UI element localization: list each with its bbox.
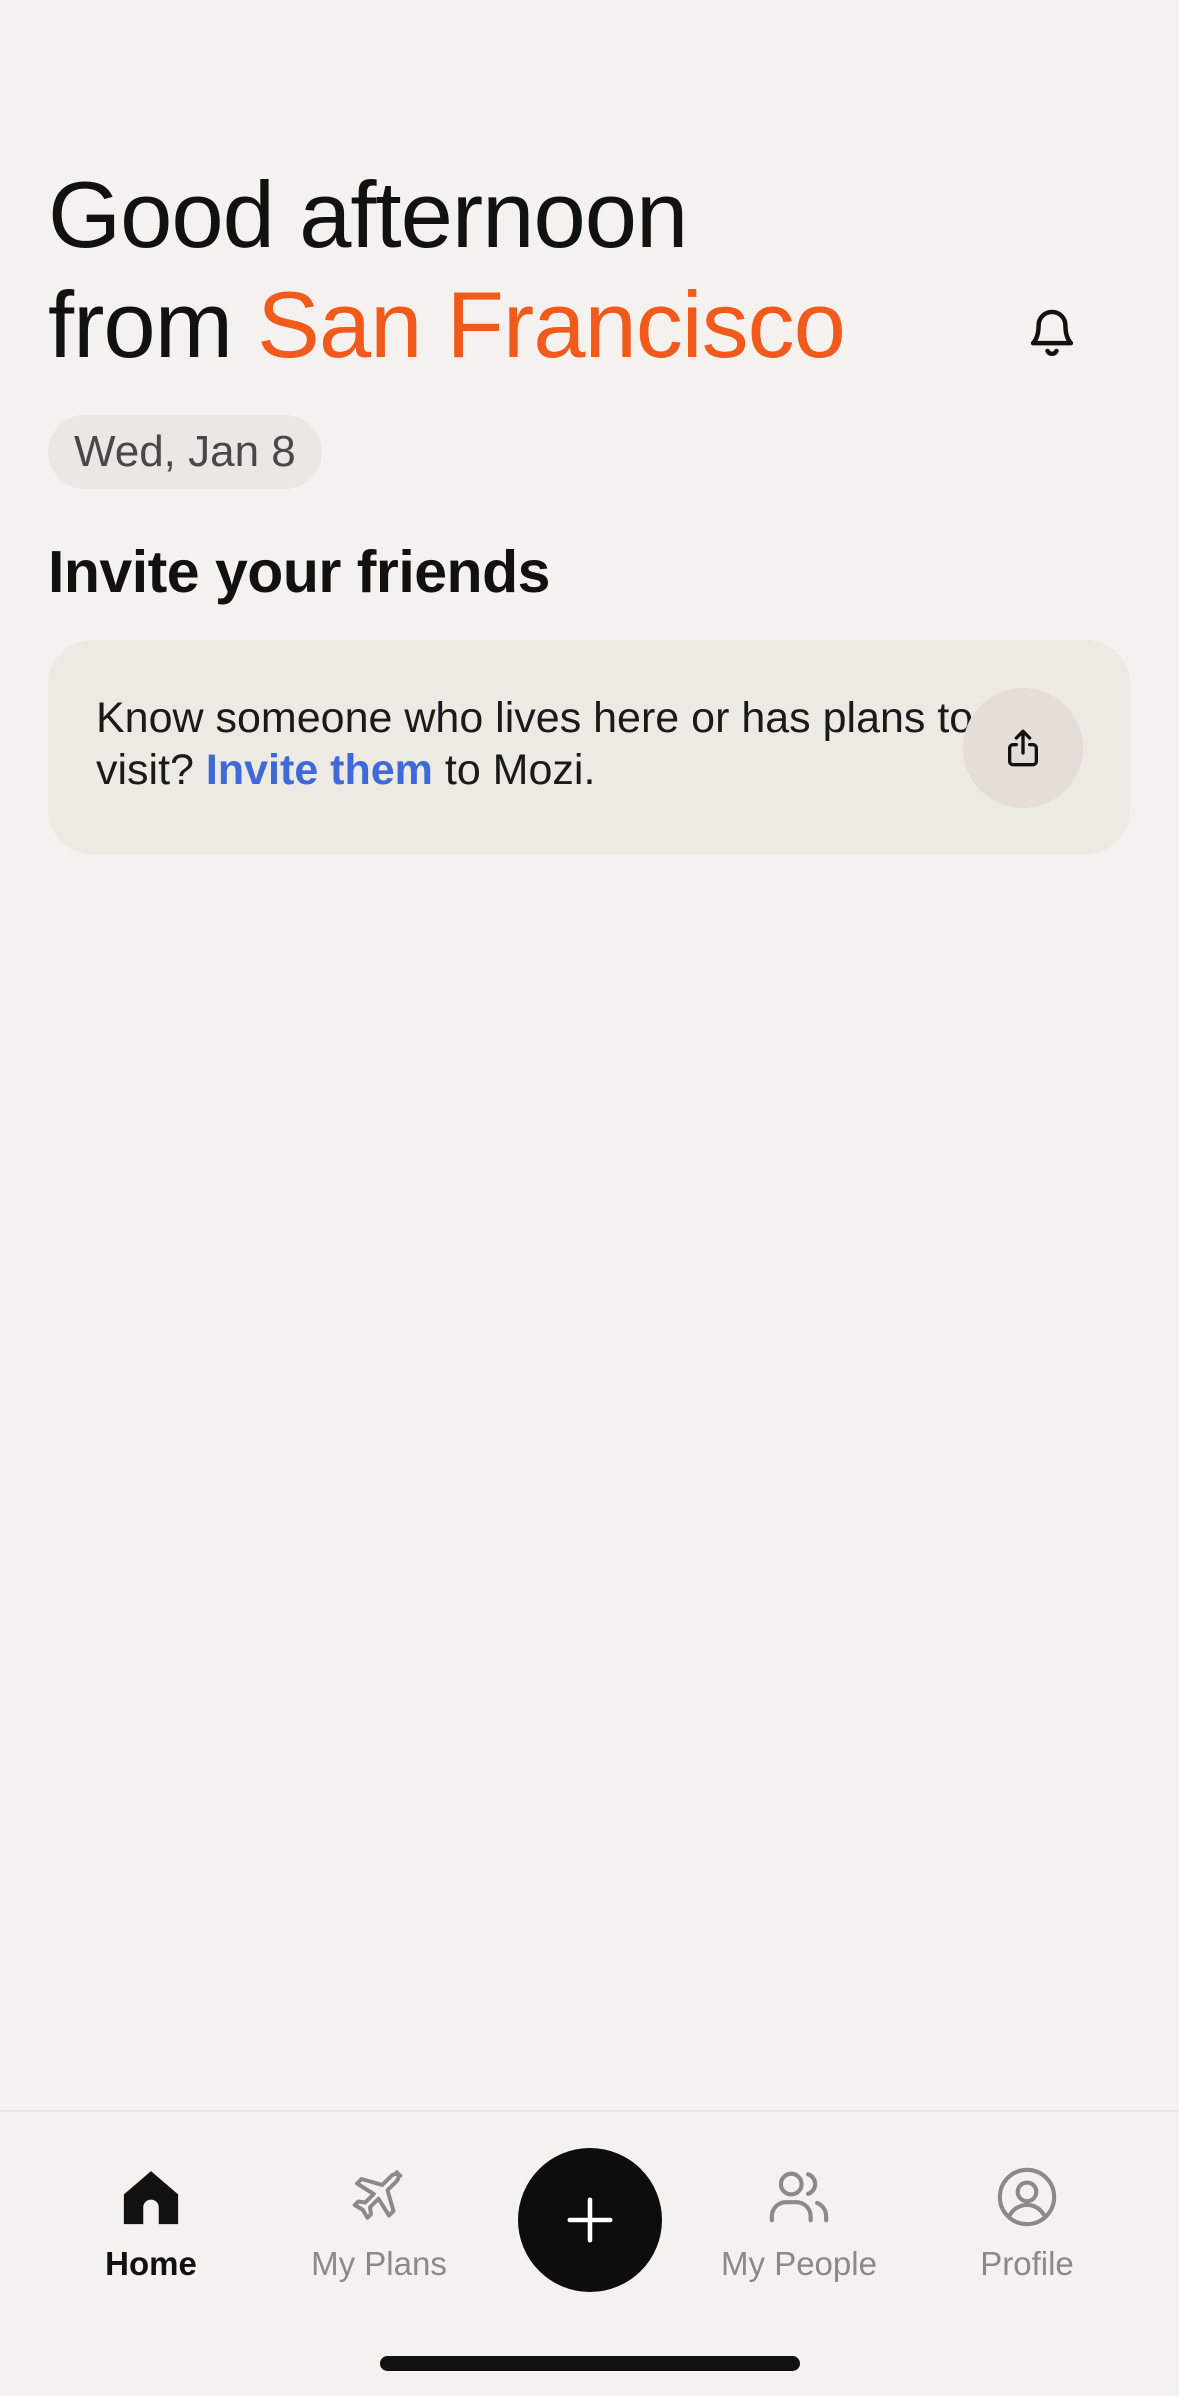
tab-my-plans-label: My Plans — [311, 2245, 447, 2282]
share-button[interactable] — [963, 688, 1083, 808]
tab-home-label: Home — [105, 2245, 197, 2282]
plus-icon — [567, 2197, 613, 2243]
airplane-icon — [344, 2162, 414, 2232]
greeting-line1: Good afternoon — [48, 162, 688, 267]
greeting-from: from — [48, 272, 258, 377]
bottom-tab-bar: Home My Plans My People Profile — [0, 2110, 1179, 2396]
tab-my-plans[interactable]: My Plans — [279, 2162, 479, 2302]
tab-my-people[interactable]: My People — [699, 2162, 899, 2302]
tab-my-people-label: My People — [721, 2245, 877, 2282]
bell-icon — [1030, 309, 1074, 356]
invite-card: Know someone who lives here or has plans… — [48, 640, 1130, 854]
invite-text: Know someone who lives here or has plans… — [96, 692, 996, 796]
date-badge: Wed, Jan 8 — [48, 415, 322, 489]
city-name: San Francisco — [257, 272, 846, 377]
add-button[interactable] — [518, 2148, 662, 2292]
home-icon — [116, 2162, 186, 2232]
share-icon — [1008, 729, 1038, 767]
notifications-button[interactable] — [1010, 290, 1094, 374]
invite-section-title: Invite your friends — [48, 539, 550, 605]
invite-link[interactable]: Invite them — [206, 746, 433, 794]
invite-text-after: to Mozi. — [432, 746, 596, 794]
profile-icon — [992, 2162, 1062, 2232]
people-icon — [764, 2162, 834, 2232]
home-indicator — [380, 2356, 800, 2371]
tab-profile-label: Profile — [980, 2245, 1074, 2282]
tab-profile[interactable]: Profile — [927, 2162, 1127, 2302]
greeting-heading: Good afternoon from San Francisco — [48, 160, 846, 380]
tab-home[interactable]: Home — [51, 2162, 251, 2302]
